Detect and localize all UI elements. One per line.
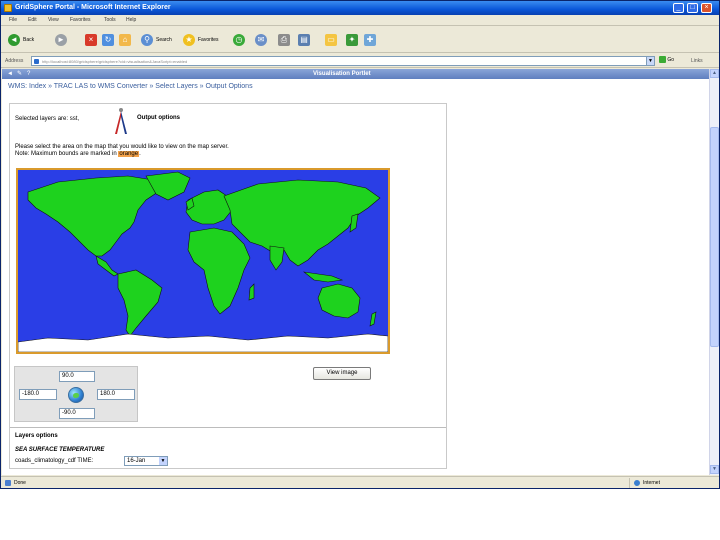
ie-icon — [4, 4, 12, 12]
bounds-panel: 90.0 -180.0 180.0 -90.0 — [14, 366, 138, 422]
layer-name: SEA SURFACE TEMPERATURE — [15, 447, 105, 453]
orange-highlight: orange — [118, 151, 140, 157]
history-icon: ◷ — [233, 34, 245, 46]
world-map-image — [18, 171, 388, 352]
discuss-icon: ✚ — [364, 34, 376, 46]
page-status-icon — [5, 480, 11, 486]
menu-help[interactable]: Help — [126, 17, 136, 23]
east-bound-input[interactable]: 180.0 — [97, 389, 135, 400]
north-bound-input[interactable]: 90.0 — [59, 371, 95, 382]
north-america — [27, 175, 159, 257]
menu-view[interactable]: View — [48, 17, 59, 23]
view-image-button[interactable]: View image — [313, 367, 371, 380]
minimize-button[interactable]: _ — [673, 3, 684, 13]
browser-window: GridSphere Portal - Microsoft Internet E… — [0, 0, 720, 489]
india — [269, 245, 285, 271]
status-text: Done — [14, 480, 26, 486]
favorites-star-icon: ★ — [183, 34, 195, 46]
mail-icon: ✉ — [255, 34, 267, 46]
compass-icon — [115, 108, 127, 134]
portlet-help-icon[interactable]: ? — [27, 71, 30, 77]
menu-bar: File Edit View Favorites Tools Help — [1, 15, 719, 26]
instruction-note: Note: Maximum bounds are marked in — [15, 151, 117, 157]
go-label: Go — [667, 56, 675, 63]
south-bound-input[interactable]: -90.0 — [59, 408, 95, 419]
new-zealand — [369, 311, 377, 327]
scroll-down-icon[interactable]: ▼ — [710, 465, 719, 474]
menu-file[interactable]: File — [9, 17, 17, 23]
title-bar: GridSphere Portal - Microsoft Internet E… — [1, 1, 719, 15]
search-icon: ⚲ — [141, 34, 153, 46]
central-america — [95, 255, 119, 277]
portlet-edit-icon[interactable]: ✎ — [17, 71, 22, 77]
australia — [317, 283, 361, 319]
search-label: Search — [156, 37, 172, 43]
address-url: http://localhost:8080/gridsphere/gridsph… — [42, 59, 188, 64]
links-button[interactable]: Links — [691, 58, 703, 64]
indonesia — [302, 271, 344, 283]
address-dropdown-icon[interactable]: ▼ — [646, 56, 655, 66]
page-viewport: ◄ ✎ ? Visualisation Portlet WMS: Index »… — [2, 69, 709, 475]
address-input[interactable]: http://localhost:8080/gridsphere/gridsph… — [31, 56, 655, 66]
address-bar: Address http://localhost:8080/gridsphere… — [1, 54, 719, 68]
time-value: 16-Jan — [127, 458, 146, 464]
chevron-down-icon: ▼ — [159, 457, 167, 465]
time-select[interactable]: 16-Jan ▼ — [124, 456, 168, 466]
world-map[interactable] — [16, 168, 390, 354]
output-options-panel: Selected layers are: sst, Output options… — [9, 103, 447, 469]
menu-favorites[interactable]: Favorites — [70, 17, 91, 23]
stop-icon: × — [85, 34, 97, 46]
scroll-up-icon[interactable]: ▲ — [710, 69, 719, 78]
go-button[interactable]: Go — [659, 56, 681, 66]
globe-icon — [68, 387, 84, 403]
instructions: Please select the area on the map that y… — [15, 144, 229, 158]
folder-icon: ▭ — [325, 34, 337, 46]
refresh-icon: ↻ — [102, 34, 114, 46]
messenger-icon: ✦ — [346, 34, 358, 46]
home-icon: ⌂ — [119, 34, 131, 46]
zone-text: Internet — [643, 480, 660, 486]
west-bound-input[interactable]: -180.0 — [19, 389, 57, 400]
instruction-line-2: Note: Maximum bounds are marked in orang… — [15, 151, 229, 158]
menu-edit[interactable]: Edit — [28, 17, 37, 23]
forward-arrow-icon: ► — [55, 34, 67, 46]
edit-icon: ▤ — [298, 34, 310, 46]
page-icon — [34, 59, 39, 64]
africa — [187, 227, 251, 315]
back-label: Back — [23, 37, 35, 43]
layer-details: coads_climatology_cdf TIME: — [15, 458, 94, 464]
go-arrow-icon — [659, 56, 666, 63]
layers-options-section: Layers options SEA SURFACE TEMPERATURE c… — [10, 427, 446, 469]
portlet-title: Visualisation Portlet — [313, 71, 371, 77]
breadcrumb[interactable]: WMS: Index » TRAC LAS to WMS Converter »… — [8, 83, 253, 90]
portlet-title-bar: ◄ ✎ ? Visualisation Portlet — [2, 69, 709, 79]
madagascar — [248, 283, 255, 301]
security-zone: Internet — [629, 478, 715, 488]
instruction-line-1: Please select the area on the map that y… — [15, 144, 229, 150]
internet-zone-icon — [634, 480, 640, 486]
favorites-label: Favorites — [198, 37, 219, 43]
toolbar: ◄ Back ► × ↻ ⌂ ⚲ Search ★ Favorites ◷ ✉ — [1, 27, 719, 53]
menu-tools[interactable]: Tools — [104, 17, 116, 23]
selected-layers-text: Selected layers are: sst, — [15, 116, 80, 122]
vertical-scrollbar[interactable]: ▲ ▼ — [709, 69, 719, 475]
close-button[interactable]: × — [701, 3, 712, 13]
window-title: GridSphere Portal - Microsoft Internet E… — [15, 4, 171, 11]
portlet-minimize-icon[interactable]: ◄ — [7, 71, 13, 77]
south-america — [117, 269, 163, 337]
antarctica — [18, 333, 388, 352]
status-bar: Done Internet — [1, 476, 719, 488]
address-label: Address — [5, 58, 24, 64]
print-icon: ⎙ — [278, 34, 290, 46]
output-options-title: Output options — [137, 115, 180, 121]
back-arrow-icon: ◄ — [8, 34, 20, 46]
scroll-thumb[interactable] — [710, 127, 719, 347]
maximize-button[interactable]: □ — [687, 3, 698, 13]
layers-options-heading: Layers options — [15, 433, 58, 439]
instruction-period: . — [139, 151, 141, 157]
